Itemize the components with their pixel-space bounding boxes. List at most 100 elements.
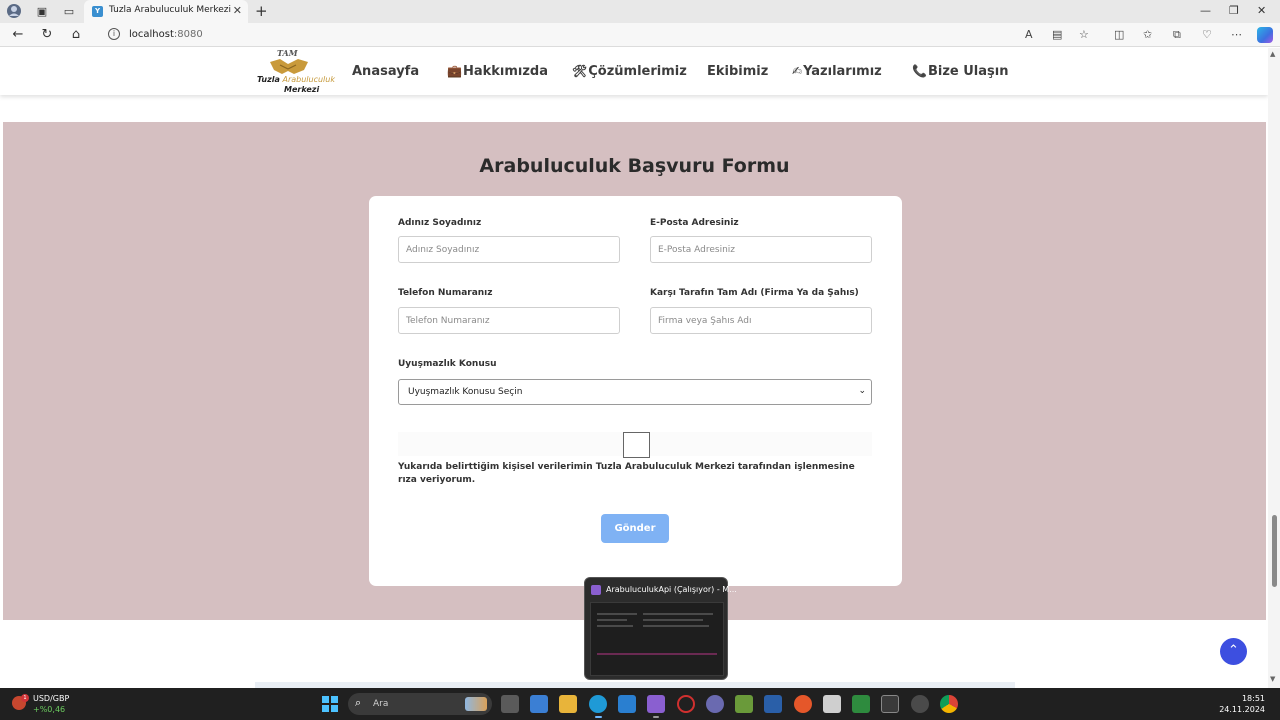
form-title: Arabuluculuk Başvuru Formu (479, 155, 790, 177)
tools-icon: 🛠 (572, 64, 588, 78)
edge-running-indicator (595, 716, 602, 718)
browser-tab-bar: ▣ ▭ Y Tuzla Arabuluculuk Merkezi ✕ + — ❐… (0, 0, 1280, 23)
ticker-change: +%0,46 (33, 705, 66, 714)
task-view-icon[interactable] (501, 695, 519, 713)
system-clock[interactable]: 18:51 24.11.2024 (1219, 693, 1265, 715)
name-label: Adınız Soyadınız (398, 218, 482, 228)
notepad-plus-icon[interactable] (852, 695, 870, 713)
site-info-icon[interactable]: i (108, 28, 120, 40)
nav-hakkimizda[interactable]: 💼Hakkımızda (447, 64, 548, 79)
phone-label: Telefon Numaranız (398, 288, 493, 298)
form-card: Adınız Soyadınız Adınız Soyadınız E-Post… (369, 196, 902, 586)
submit-button[interactable]: Gönder (601, 514, 669, 543)
favorites-icon[interactable]: ✩ (1143, 28, 1152, 41)
preview-thumbnail (590, 602, 724, 676)
vs-running-indicator (653, 716, 659, 718)
application-section: Arabuluculuk Başvuru Formu Adınız Soyadı… (3, 122, 1266, 620)
scroll-to-top-button[interactable]: ⌃ (1220, 638, 1247, 665)
nav-bize-ulasin[interactable]: 📞Bize Ulaşın (912, 64, 1008, 79)
site-favicon-icon: Y (92, 6, 103, 17)
close-window-icon[interactable]: ✕ (1257, 4, 1266, 17)
notification-badge: 1 (21, 694, 29, 702)
home-icon[interactable]: ⌂ (68, 27, 84, 42)
name-input[interactable]: Adınız Soyadınız (398, 236, 620, 263)
phone-icon: 📞 (912, 64, 927, 78)
back-icon[interactable]: ← (10, 27, 26, 42)
clock-time: 18:51 (1241, 694, 1265, 703)
windows-start-icon[interactable] (322, 696, 338, 712)
opera-icon[interactable] (677, 695, 695, 713)
browser-essentials-icon[interactable]: ♡ (1202, 28, 1212, 41)
address-bar-row: ← ↻ ⌂ i localhost:8080 A ▤ ☆ ◫ ✩ ⧉ ♡ ⋯ (0, 23, 1280, 47)
party-input[interactable]: Firma veya Şahıs Adı (650, 307, 872, 334)
dispute-selected-value: Uyuşmazlık Konusu Seçin (408, 387, 523, 397)
read-aloud-icon[interactable]: A (1025, 28, 1033, 41)
site-header: TAM Tuzla Arabuluculuk Merkezi Anasayfa … (0, 48, 1268, 95)
copilot-icon[interactable] (1257, 27, 1273, 43)
taskbar-window-preview[interactable]: ArabuluculukApi (Çalışıyor) - M... (584, 577, 737, 680)
minimize-icon[interactable]: — (1200, 4, 1211, 17)
visual-studio-icon (591, 585, 601, 595)
dispute-select[interactable]: Uyuşmazlık Konusu Seçin ⌄ (398, 379, 872, 405)
github-icon[interactable] (911, 695, 929, 713)
url-field[interactable]: i localhost:8080 (96, 25, 1016, 45)
tab-close-icon[interactable]: ✕ (233, 4, 242, 17)
nav-yazilarimiz[interactable]: ✍Yazılarımız (792, 64, 882, 79)
logo-line2: Merkezi (284, 85, 320, 94)
tab-actions-icon[interactable]: ▭ (61, 3, 77, 19)
chevron-down-icon: ⌄ (858, 386, 866, 396)
immersive-reader-icon[interactable]: ▤ (1052, 28, 1062, 41)
edge-icon[interactable] (589, 695, 607, 713)
ticker-name: USD/GBP (33, 694, 70, 703)
new-tab-icon[interactable]: + (255, 2, 268, 20)
split-screen-icon[interactable]: ◫ (1114, 28, 1124, 41)
windows-taskbar: 1 USD/GBP +%0,46 ⌕ Ara 18:51 24.11.2024 (0, 688, 1280, 720)
clock-date: 24.11.2024 (1219, 705, 1265, 714)
writing-hand-icon: ✍ (792, 64, 803, 78)
favorite-star-icon[interactable]: ☆ (1079, 28, 1089, 41)
search-placeholder: Ara (373, 699, 389, 709)
scrollbar-thumb[interactable] (1272, 515, 1277, 587)
tab-title: Tuzla Arabuluculuk Merkezi (109, 5, 232, 15)
email-input[interactable]: E-Posta Adresiniz (650, 236, 872, 263)
refresh-icon[interactable]: ↻ (39, 27, 55, 42)
consent-checkbox[interactable] (623, 432, 650, 458)
nav-anasayfa[interactable]: Anasayfa (352, 64, 419, 79)
nav-ekibimiz[interactable]: Ekibimiz (707, 64, 768, 79)
store-icon[interactable] (530, 695, 548, 713)
scroll-up-icon[interactable]: ▲ (1270, 50, 1275, 58)
party-label: Karşı Tarafın Tam Adı (Firma Ya da Şahıs… (650, 288, 859, 298)
chevron-up-icon: ⌃ (1228, 643, 1239, 658)
tab-active[interactable]: Y Tuzla Arabuluculuk Merkezi ✕ (84, 0, 248, 23)
scroll-down-icon[interactable]: ▼ (1270, 675, 1275, 683)
handshake-icon (270, 59, 308, 74)
visual-studio-taskbar-icon[interactable] (647, 695, 665, 713)
consent-text: Yukarıda belirttiğim kişisel verilerimin… (398, 462, 855, 485)
nav-cozumlerimiz[interactable]: 🛠Çözümlerimiz (572, 64, 687, 79)
app-icon-2[interactable] (735, 695, 753, 713)
taskbar-search[interactable]: ⌕ Ara (348, 693, 492, 715)
search-highlight-icon (465, 697, 487, 711)
more-menu-icon[interactable]: ⋯ (1231, 28, 1242, 41)
terminal-icon[interactable] (881, 695, 899, 713)
app-icon-3[interactable] (764, 695, 782, 713)
app-icon-4[interactable] (823, 695, 841, 713)
collections-icon[interactable]: ⧉ (1173, 28, 1181, 42)
app-icon-1[interactable] (706, 695, 724, 713)
postman-icon[interactable] (794, 695, 812, 713)
logo-line1: Tuzla Arabuluculuk (257, 75, 335, 84)
dispute-label: Uyuşmazlık Konusu (398, 359, 497, 369)
file-explorer-icon[interactable] (559, 695, 577, 713)
preview-title: ArabuluculukApi (Çalışıyor) - M... (606, 585, 737, 594)
search-icon: ⌕ (355, 696, 362, 709)
site-logo[interactable]: TAM Tuzla Arabuluculuk Merkezi (256, 48, 335, 95)
phone-input[interactable]: Telefon Numaranız (398, 307, 620, 334)
page-scrollbar[interactable]: ▲ ▼ (1268, 48, 1280, 688)
profile-avatar-icon[interactable] (6, 3, 22, 19)
chrome-icon[interactable] (940, 695, 958, 713)
vscode-icon[interactable] (618, 695, 636, 713)
briefcase-icon: 💼 (447, 64, 462, 78)
url-text: localhost:8080 (129, 29, 203, 40)
restore-icon[interactable]: ❐ (1229, 4, 1239, 17)
workspaces-icon[interactable]: ▣ (34, 3, 50, 19)
